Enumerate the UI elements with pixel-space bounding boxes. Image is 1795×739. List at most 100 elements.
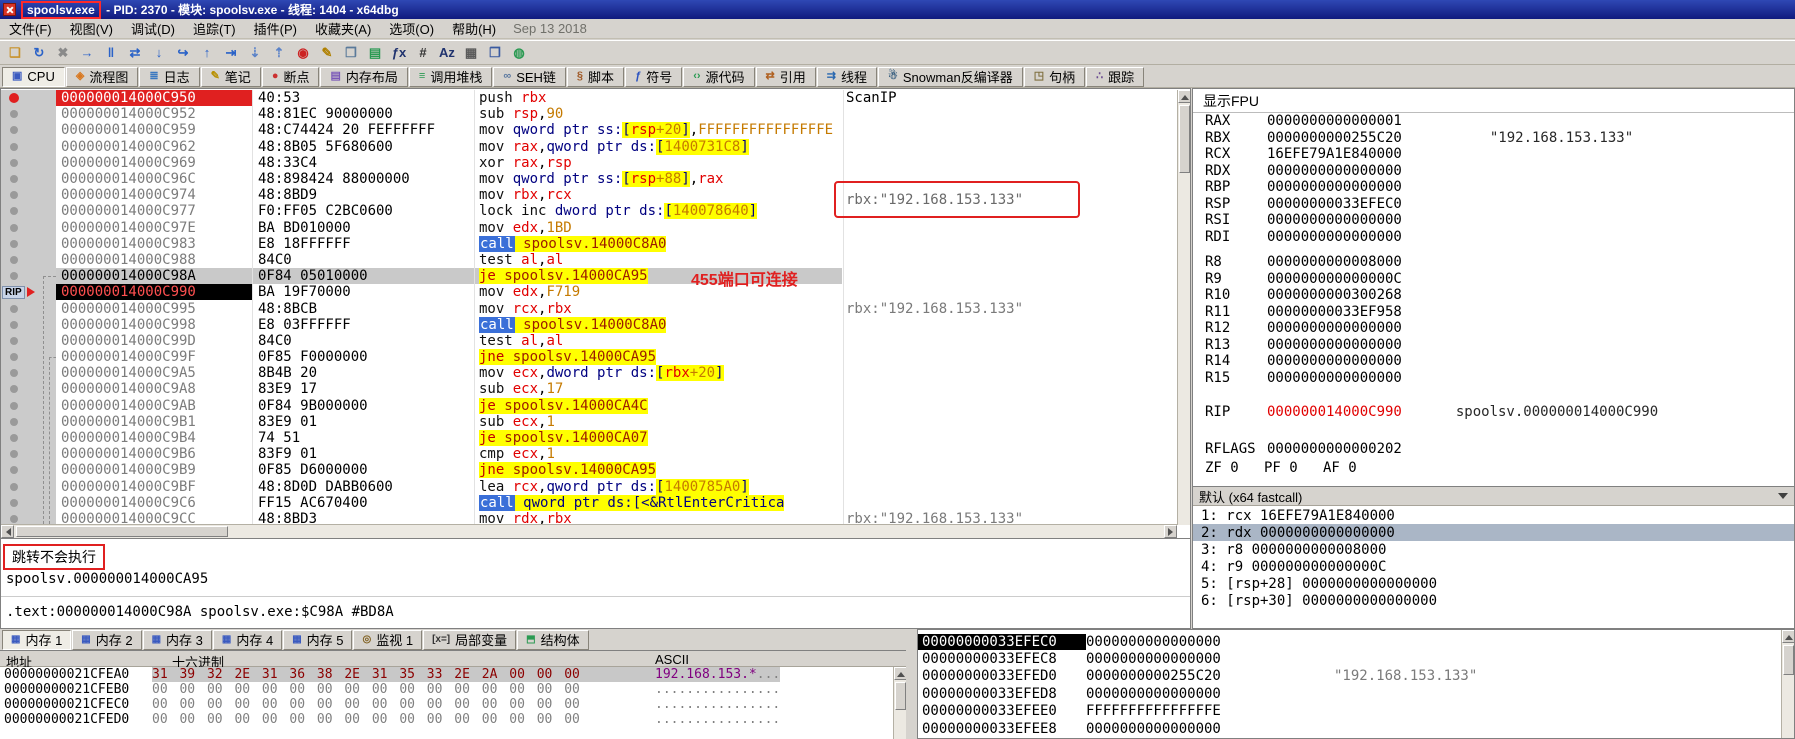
registers-panel[interactable]: 显示FPU RAX 0000000000000001 RBX 000000000… [1192,88,1795,629]
breakpoint-gutter[interactable]: RIP [1,332,56,349]
scroll-thumb[interactable] [1179,105,1190,173]
disasm-row[interactable]: RIP 000000014000C9A5 8B4B 20 mov ecx,dwo… [1,365,1177,382]
step-out-icon[interactable]: ↑ [196,42,218,63]
breakpoint-gutter[interactable]: RIP [1,381,56,398]
register-row[interactable]: R11 00000000033EF958 [1193,304,1794,321]
tab-dump-5[interactable]: ▦ 内存 5 [283,629,353,650]
run-icon[interactable]: → [76,42,98,63]
breakpoint-dot[interactable] [10,272,18,281]
menu-item[interactable]: 选项(O) [380,17,443,40]
breakpoint-gutter[interactable]: RIP [1,462,56,479]
disasm-horizontal-scrollbar[interactable] [1,524,1177,538]
menu-item[interactable]: 调试(D) [122,17,184,40]
dump-row[interactable]: 00000000021CFEB0 00 00 00 00 00 00 00 00… [0,682,893,697]
breakpoint-dot[interactable] [10,353,18,362]
breakpoint-dot[interactable] [10,142,18,151]
tab-graph[interactable]: ◈ 流程图 [65,66,139,87]
breakpoint-gutter[interactable]: RIP [1,316,56,333]
breakpoint-gutter[interactable]: RIP [1,187,56,204]
disasm-row[interactable]: RIP 000000014000C990 BA 19F70000 mov edx… [1,284,1177,301]
scroll-left-button[interactable] [1,525,14,538]
breakpoint-dot[interactable] [10,336,18,345]
scroll-thumb[interactable] [895,682,906,710]
settings-icon[interactable]: ◍ [508,42,530,63]
breakpoint-gutter[interactable]: RIP [1,446,56,463]
disasm-row[interactable]: RIP 000000014000C995 48:8BCB mov rcx,rbx… [1,300,1177,317]
register-row[interactable]: RSP 00000000033EFEC0 [1193,196,1794,213]
disasm-row[interactable]: RIP 000000014000C9B9 0F85 D6000000 jne s… [1,462,1177,479]
breakpoint-dot[interactable] [10,417,18,426]
menu-item[interactable]: 追踪(T) [184,17,245,40]
breakpoint-dot[interactable] [10,466,18,475]
breakpoint-gutter[interactable]: RIP [1,235,56,252]
disasm-row[interactable]: RIP 000000014000C950 40:53 push rbx Scan… [1,90,1177,107]
breakpoint-dot[interactable] [10,369,18,378]
fx-icon[interactable]: ƒx [388,42,410,63]
disasm-row[interactable]: RIP 000000014000C9A8 83E9 17 sub ecx,17 [1,381,1177,398]
disasm-row[interactable]: RIP 000000014000C99D 84C0 test al,al [1,332,1177,349]
argument-row[interactable]: 6: [rsp+30] 0000000000000000 [1193,592,1794,609]
disasm-row[interactable]: RIP 000000014000C962 48:8B05 5F680600 mo… [1,138,1177,155]
trace-over-icon[interactable]: ⇡ [268,42,290,63]
stack-row[interactable]: 00000000033EFEC0 0000000000000000 [918,633,1794,650]
dump-panel[interactable]: ▦ 内存 1 ▦ 内存 2 ▦ 内存 3 ▦ 内存 4 ▦ 内存 5 ◎ 监视 … [0,629,906,739]
register-row[interactable]: RBX 0000000000255C20 "192.168.153.133" [1193,130,1794,147]
stack-panel[interactable]: 00000000033EFEC0 0000000000000000 000000… [917,629,1795,739]
breakpoint-dot[interactable] [10,482,18,491]
disasm-row[interactable]: RIP 000000014000C983 E8 18FFFFFF call sp… [1,235,1177,252]
windows-icon[interactable]: ❐ [484,42,506,63]
breakpoint-dot[interactable] [10,498,18,507]
disasm-row[interactable]: RIP 000000014000C9B4 74 51 je spoolsv.14… [1,429,1177,447]
memory-map-icon[interactable]: ▤ [364,42,386,63]
breakpoint-gutter[interactable]: RIP [1,397,56,414]
breakpoint-dot[interactable] [10,514,18,523]
disasm-row[interactable]: RIP 000000014000C9B6 83F9 01 cmp ecx,1 [1,446,1177,463]
breakpoint-gutter[interactable]: RIP [1,349,56,366]
tab-log[interactable]: ≣ 日志 [139,66,200,87]
scroll-right-button[interactable] [1164,525,1177,538]
argument-row[interactable]: 2: rdx 0000000000000000 [1193,524,1794,541]
disassembly-panel[interactable]: RIP 000000014000C950 40:53 push rbx Scan… [0,88,1191,539]
restart-icon[interactable]: ↻ [28,42,50,63]
stack-row[interactable]: 00000000033EFED8 0000000000000000 [918,685,1794,702]
disasm-row[interactable]: RIP 000000014000C9BF 48:8D0D DABB0600 le… [1,478,1177,495]
breakpoint-dot[interactable] [10,239,18,248]
breakpoint-dot[interactable] [10,126,18,135]
breakpoint-gutter[interactable]: RIP [1,478,56,495]
breakpoint-gutter[interactable]: RIP [1,90,56,107]
breakpoint-gutter[interactable]: RIP [1,429,56,447]
disasm-row[interactable]: RIP 000000014000C998 E8 03FFFFFF call sp… [1,316,1177,333]
pause-icon[interactable]: ‖ [100,42,122,63]
tab-handles[interactable]: ◳ 句柄 [1023,66,1086,87]
scroll-thumb[interactable] [1783,645,1794,675]
step-over-icon[interactable]: ↪ [172,42,194,63]
scroll-up-button[interactable] [1782,630,1794,643]
tab-cpu[interactable]: ▣ CPU [2,66,65,87]
menu-item[interactable]: 文件(F) [0,17,61,40]
breakpoint-dot[interactable] [10,191,18,200]
tab-threads[interactable]: ⇉ 线程 [816,66,878,87]
tab-notes[interactable]: ✎ 笔记 [200,66,261,87]
tab-script[interactable]: § 脚本 [566,66,625,87]
argument-row[interactable]: 4: r9 000000000000000C [1193,558,1794,575]
breakpoint-gutter[interactable]: RIP [1,300,56,317]
scroll-up-button[interactable] [1178,90,1190,103]
breakpoint-gutter[interactable]: RIP [1,284,56,301]
breakpoint-gutter[interactable]: RIP [1,494,56,511]
dump-row[interactable]: 00000000021CFEC0 00 00 00 00 00 00 00 00… [0,697,893,712]
breakpoint-icon[interactable]: ◉ [292,42,314,63]
restart-admin-icon[interactable]: ⇄ [124,42,146,63]
stack-row[interactable]: 00000000033EFEE0 FFFFFFFFFFFFFFFE [918,703,1794,720]
open-file-icon[interactable]: ❏ [4,42,26,63]
dump-row[interactable]: 00000000021CFED0 00 00 00 00 00 00 00 00… [0,712,893,727]
tab-references[interactable]: ⇄ 引用 [755,66,816,87]
dump-row[interactable]: 00000000021CFEA0 31 39 32 2E 31 36 38 2E… [0,667,893,682]
step-into-icon[interactable]: ↓ [148,42,170,63]
tab-dump-3[interactable]: ▦ 内存 3 [142,629,212,650]
argument-row[interactable]: 3: r8 0000000000008000 [1193,541,1794,558]
breakpoint-dot[interactable] [10,385,18,394]
breakpoint-gutter[interactable]: RIP [1,365,56,382]
trace-into-icon[interactable]: ⇣ [244,42,266,63]
stack-row[interactable]: 00000000033EFEC8 0000000000000000 [918,650,1794,667]
disasm-row[interactable]: RIP 000000014000C969 48:33C4 xor rax,rsp [1,154,1177,171]
